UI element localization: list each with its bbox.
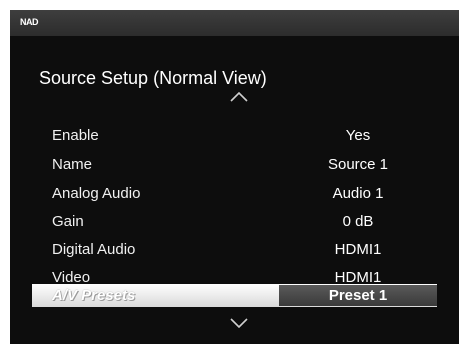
row-value: Audio 1 (332, 185, 384, 202)
row-value: Preset 1 (328, 287, 388, 304)
row-label: Name (52, 156, 93, 173)
menu-row-analog-audio[interactable]: Analog Audio Audio 1 (32, 182, 437, 205)
menu-row-name[interactable]: Name Source 1 (32, 153, 437, 176)
menu-row-digital-audio[interactable]: Digital Audio HDMI1 (32, 238, 437, 261)
row-value: 0 dB (342, 213, 374, 230)
row-label: Gain (52, 213, 84, 230)
menu-row-enable[interactable]: Enable Yes (32, 124, 437, 147)
row-label: Digital Audio (52, 241, 136, 258)
menu-row-av-presets[interactable]: A/V Presets Preset 1 (32, 284, 437, 307)
row-label: A/V Presets (52, 287, 136, 304)
row-value: Yes (345, 127, 371, 144)
row-label: Analog Audio (52, 185, 141, 202)
page-title: Source Setup (Normal View) (39, 68, 267, 88)
menu-row-gain[interactable]: Gain 0 dB (32, 210, 437, 233)
chevron-up-icon[interactable] (230, 92, 248, 102)
top-bar: NAD (10, 10, 459, 36)
row-value: Source 1 (327, 156, 389, 173)
chevron-down-icon[interactable] (230, 318, 248, 328)
brand-logo: NAD (20, 17, 39, 27)
osd-screen: NAD Source Setup (Normal View) Enable Ye… (10, 10, 459, 344)
row-label: Enable (52, 127, 99, 144)
row-value: HDMI1 (334, 241, 382, 258)
